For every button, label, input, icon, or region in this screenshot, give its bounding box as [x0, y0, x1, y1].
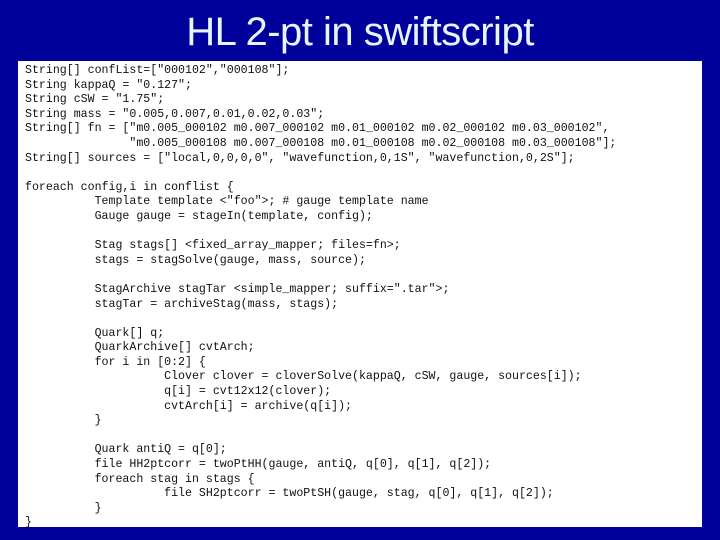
code-line: } [25, 501, 102, 515]
code-line: QuarkArchive[] cvtArch; [25, 341, 255, 355]
code-line: Clover clover = cloverSolve(kappaQ, cSW,… [25, 370, 582, 384]
code-line: Template template <"foo">; # gauge templ… [25, 195, 429, 209]
code-line: String mass = "0.005,0.007,0.01,0.02,0.0… [25, 107, 325, 121]
code-line: stags = stagSolve(gauge, mass, source); [25, 253, 366, 267]
slide-title: HL 2-pt in swiftscript [186, 10, 534, 54]
code-line: foreach config,i in conflist { [25, 180, 234, 194]
code-line: String cSW = "1.75"; [25, 93, 165, 107]
code-line: } [25, 414, 102, 428]
code-line: String[] sources = ["local,0,0,0,0", "wa… [25, 151, 575, 165]
code-line: file HH2ptcorr = twoPtHH(gauge, antiQ, q… [25, 458, 492, 472]
code-line: cvtArch[i] = archive(q[i]); [25, 399, 352, 413]
code-line: Stag stags[] <fixed_array_mapper; files=… [25, 239, 401, 253]
code-panel: String[] confList=["000102","000108"]; S… [18, 61, 702, 529]
code-line: stagTar = archiveStag(mass, stags); [25, 297, 339, 311]
code-line: String[] confList=["000102","000108"]; [25, 64, 290, 77]
code-line: file SH2ptcorr = twoPtSH(gauge, stag, q[… [25, 487, 554, 501]
code-line: Gauge gauge = stageIn(template, config); [25, 209, 373, 223]
code-line: foreach stag in stags { [25, 472, 255, 486]
code-line: for i in [0:2] { [25, 355, 206, 369]
code-line: } [25, 516, 32, 530]
code-line: String kappaQ = "0.127"; [25, 78, 192, 92]
code-line: "m0.005_000108 m0.007_000108 m0.01_00010… [25, 136, 617, 150]
code-line: q[i] = cvt12x12(clover); [25, 385, 332, 399]
code-line: StagArchive stagTar <simple_mapper; suff… [25, 282, 450, 296]
code-line: Quark[] q; [25, 326, 165, 340]
code-line: String[] fn = ["m0.005_000102 m0.007_000… [25, 122, 610, 136]
code-line: Quark antiQ = q[0]; [25, 443, 227, 457]
